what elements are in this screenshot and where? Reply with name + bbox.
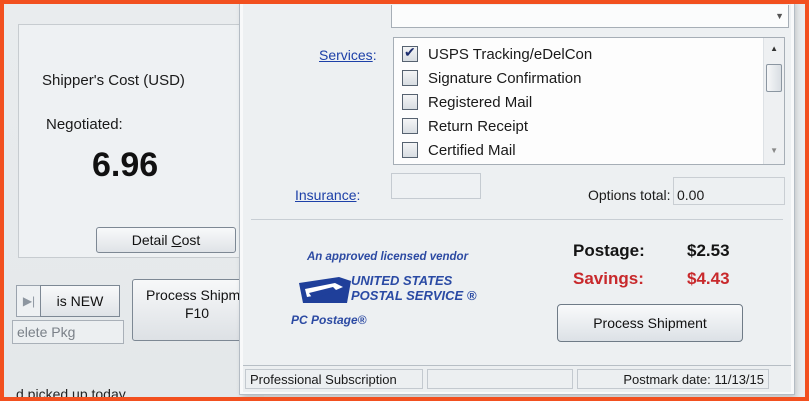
services-list[interactable]: USPS Tracking/eDelCon Signature Confirma… <box>393 37 785 165</box>
status-subscription: Professional Subscription <box>245 369 423 389</box>
service-item-certified-mail[interactable]: Certified Mail <box>402 138 516 162</box>
delete-pkg-button[interactable]: elete Pkg <box>12 320 124 344</box>
service-item-signature-confirmation[interactable]: Signature Confirmation <box>402 66 581 90</box>
detail-cost-prefix: Detail <box>131 232 172 248</box>
service-checkbox-checked[interactable] <box>402 44 418 62</box>
detail-cost-accel: C <box>171 232 182 248</box>
postage-value: $2.53 <box>687 241 730 260</box>
chevron-down-icon[interactable]: ▼ <box>775 11 784 21</box>
service-label: Signature Confirmation <box>428 69 582 87</box>
options-total-value: 0.00 <box>677 187 705 203</box>
shipper-cost-panel <box>18 24 252 258</box>
scroll-down-arrow-icon[interactable]: ▼ <box>770 146 778 155</box>
screenshot-frame: Shipper's Cost (USD) Negotiated: 6.96 De… <box>0 0 809 401</box>
service-checkbox[interactable] <box>402 142 418 158</box>
insurance-label[interactable]: Insurance: <box>295 187 360 203</box>
service-checkbox[interactable] <box>402 70 418 86</box>
service-item-usps-tracking[interactable]: USPS Tracking/eDelCon <box>402 42 592 66</box>
approved-vendor-text: An approved licensed vendor <box>307 251 469 263</box>
service-item-return-receipt[interactable]: Return Receipt <box>402 114 528 138</box>
savings-label: Savings: <box>573 269 644 288</box>
postage-dialog: ▼ Services: USPS Tracking/eDelCon Signat… <box>240 4 794 394</box>
shipper-cost-label: Shipper's Cost (USD) <box>42 72 185 89</box>
skip-next-icon[interactable]: ▶| <box>16 285 41 317</box>
service-label: USPS Tracking/eDelCon <box>428 45 593 63</box>
savings-value: $4.43 <box>687 269 730 288</box>
status-empty-cell <box>427 369 573 389</box>
status-postmark-date: Postmark date: 11/13/15 <box>577 369 769 389</box>
process-shipment-button[interactable]: Process Shipment <box>557 304 743 342</box>
picked-up-text: d picked up today <box>16 386 126 401</box>
negotiated-cost-value: 6.96 <box>92 146 159 184</box>
services-scrollbar[interactable]: ▲ ▼ <box>763 38 784 164</box>
scroll-up-arrow-icon[interactable]: ▲ <box>770 44 778 53</box>
detail-cost-button[interactable]: Detail Cost <box>96 227 236 253</box>
top-dropdown[interactable]: ▼ <box>391 5 789 28</box>
section-divider <box>251 219 783 220</box>
service-label: Registered Mail <box>428 93 533 111</box>
services-colon: : <box>372 47 377 63</box>
services-link[interactable]: Services <box>319 47 373 63</box>
usps-logo: UNITED STATES POSTAL SERVICE ® <box>293 273 493 309</box>
options-total-label: Options total: <box>588 187 671 203</box>
service-label: Return Receipt <box>428 117 529 135</box>
is-new-button[interactable]: is NEW <box>40 285 120 317</box>
services-label[interactable]: Services: <box>319 47 377 63</box>
usps-eagle-icon <box>299 277 351 303</box>
service-item-registered-mail[interactable]: Registered Mail <box>402 90 532 114</box>
service-checkbox[interactable] <box>402 94 418 110</box>
background-window: Shipper's Cost (USD) Negotiated: 6.96 De… <box>4 4 264 397</box>
usps-name-line1: UNITED STATES <box>351 273 453 288</box>
postage-label: Postage: <box>573 241 645 260</box>
usps-name-line2: POSTAL SERVICE ® <box>351 288 477 303</box>
negotiated-label: Negotiated: <box>46 116 123 133</box>
scroll-thumb[interactable] <box>766 64 782 92</box>
service-checkbox[interactable] <box>402 118 418 134</box>
insurance-colon: : <box>356 187 361 203</box>
detail-cost-suffix: ost <box>181 232 201 248</box>
pc-postage-text: PC Postage® <box>291 313 367 327</box>
insurance-link[interactable]: Insurance <box>295 187 356 203</box>
service-label: Certified Mail <box>428 141 516 159</box>
status-bar: Professional Subscription Postmark date:… <box>243 365 791 392</box>
insurance-field[interactable] <box>391 173 481 199</box>
